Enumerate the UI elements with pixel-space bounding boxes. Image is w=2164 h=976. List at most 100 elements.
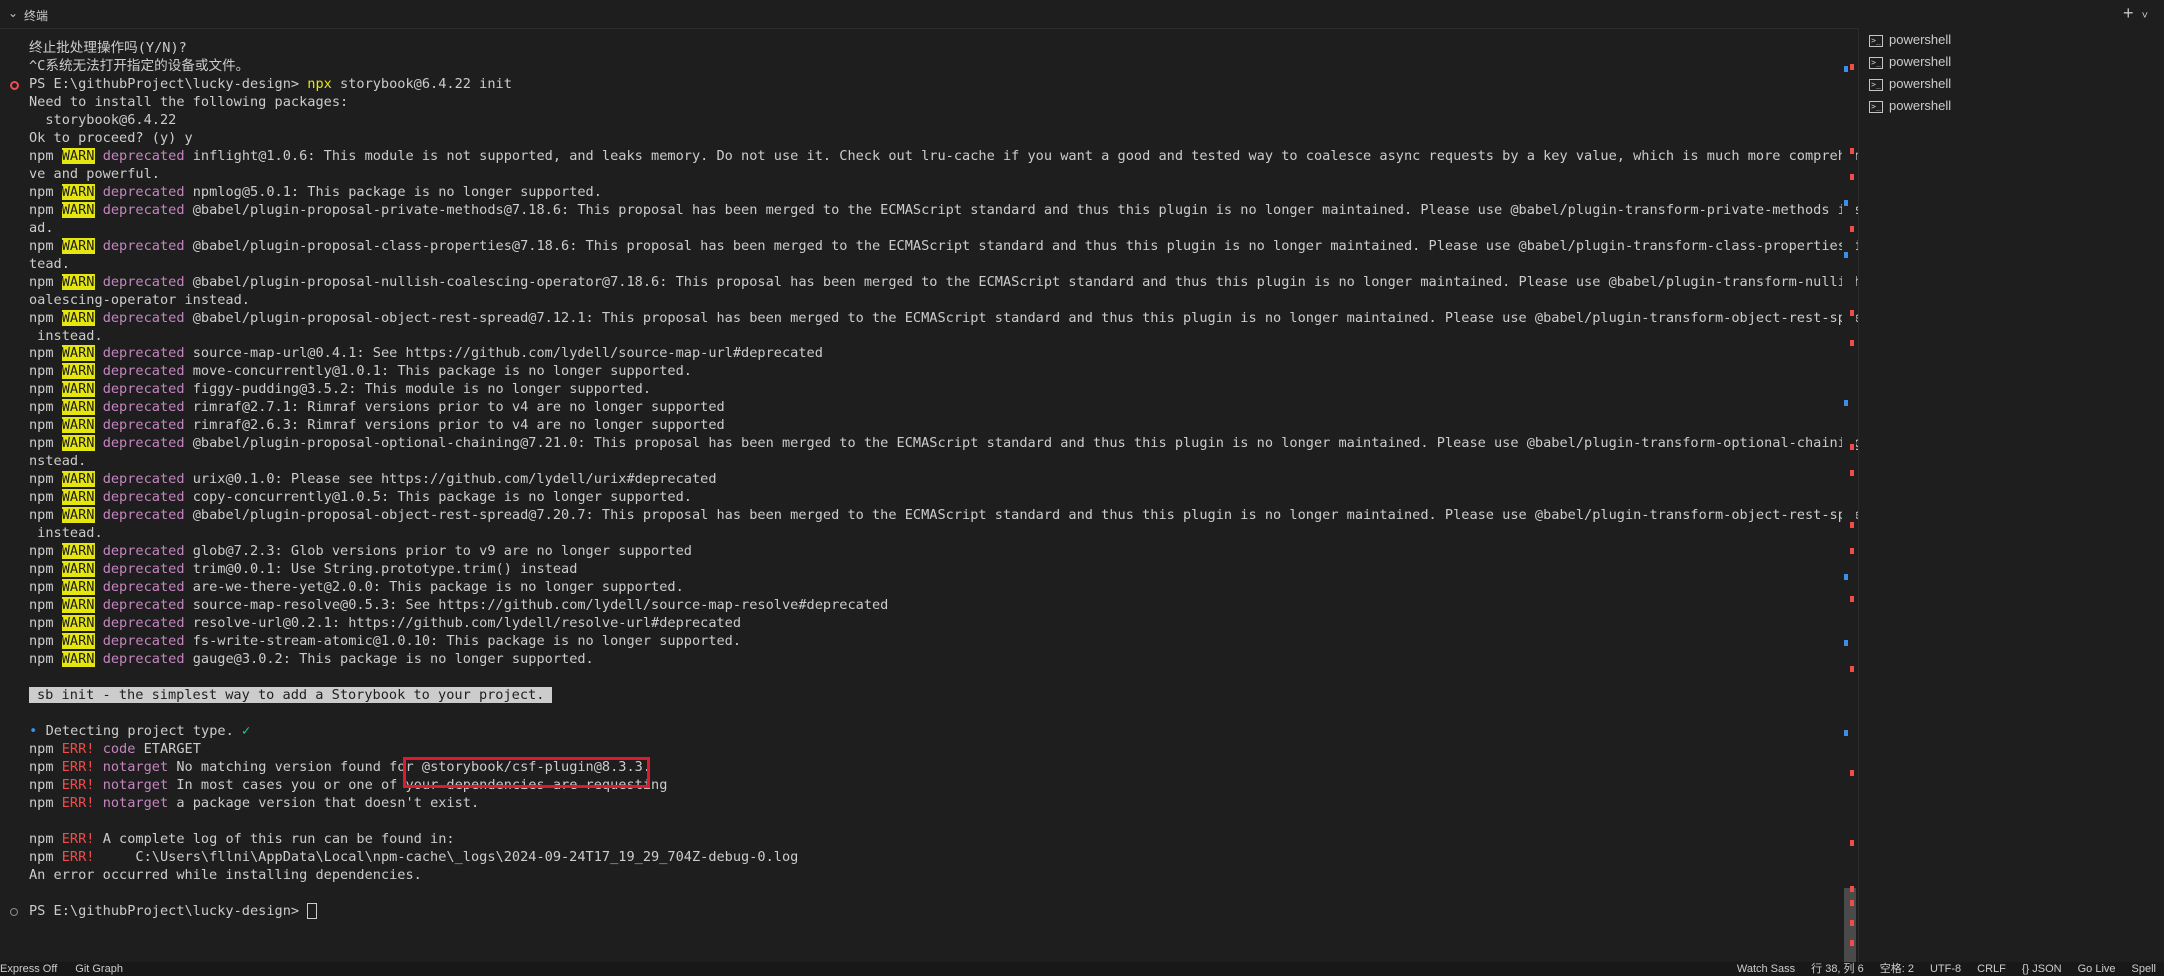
terminal-tab-item[interactable]: >_ powershell (1869, 54, 1951, 74)
deprecated-label: deprecated (102, 345, 185, 362)
scrollbar-marker (1850, 666, 1854, 672)
status-item-left[interactable]: Express Off (0, 963, 57, 975)
status-item-right[interactable]: Watch Sass (1737, 963, 1795, 975)
panel-actions: + ˅ (2115, 3, 2148, 24)
check-icon: ✓ (241, 722, 251, 739)
warn-message: trim@0.0.1: Use String.prototype.trim() … (192, 561, 578, 578)
npm-label: npm (29, 489, 54, 506)
deprecated-label: deprecated (102, 183, 185, 200)
err-badge: ERR! (61, 848, 95, 865)
deprecated-label: deprecated (102, 363, 185, 380)
err-message: C:\Users\fllni\AppData\Local\npm-cache\_… (102, 848, 799, 865)
deprecated-label: deprecated (102, 471, 185, 488)
terminal-line: npm WARN deprecated fs-write-stream-atom… (0, 632, 1840, 651)
status-item-right[interactable]: UTF-8 (1930, 963, 1961, 975)
prompt-text: PS E:\githubProject\lucky-design> (29, 902, 308, 919)
deprecated-label: deprecated (102, 309, 185, 326)
status-item-right[interactable]: {} JSON (2022, 963, 2062, 975)
status-item-right[interactable]: CRLF (1977, 963, 2006, 975)
terminal-line: npm WARN deprecated gauge@3.0.2: This pa… (0, 650, 1840, 669)
warn-badge: WARN (61, 632, 95, 649)
terminal-line: npm ERR! notarget a package version that… (0, 795, 1840, 813)
npm-label: npm (29, 848, 54, 865)
err-code: notarget (102, 794, 169, 811)
npm-label: npm (29, 830, 54, 847)
terminal-cursor[interactable] (307, 902, 318, 919)
status-item-right[interactable]: Spell (2132, 963, 2156, 975)
terminal-line: npm WARN deprecated resolve-url@0.2.1: h… (0, 615, 1840, 633)
line-text: tead. (29, 255, 70, 272)
scrollbar-marker (1850, 310, 1854, 316)
terminal-tab-item[interactable]: >_ powershell (1869, 32, 1951, 52)
terminal-line: npm WARN deprecated are-we-there-yet@2.0… (0, 579, 1840, 597)
terminal-line: instead. (0, 328, 1840, 346)
deprecated-label: deprecated (102, 632, 185, 649)
status-bar: Express Off Git Graph Watch Sass 行 38, 列 6… (0, 962, 2164, 976)
terminal-line: npm WARN deprecated @babel/plugin-propos… (0, 273, 1879, 292)
terminal-line: npm WARN deprecated glob@7.2.3: Glob ver… (0, 543, 1840, 561)
warn-badge: WARN (61, 201, 95, 218)
err-code: notarget (102, 776, 169, 793)
terminal-tab-item[interactable]: >_ powershell (1869, 98, 1951, 118)
terminal-output[interactable]: 终止批处理操作吗(Y/N)? ^C系统无法打开指定的设备或文件。 PS E:\git… (0, 40, 1879, 940)
terminal-line: npm WARN deprecated move-concurrently@1.… (0, 363, 1840, 381)
status-item-left[interactable]: Git Graph (75, 963, 123, 975)
line-text: Ok to proceed? (y) y (29, 129, 193, 146)
scrollbar-marker (1850, 226, 1854, 232)
terminal-line: npm WARN deprecated @babel/plugin-propos… (0, 435, 1879, 453)
command-status-icon[interactable] (10, 80, 19, 90)
deprecated-label: deprecated (102, 650, 185, 667)
npm-label: npm (29, 309, 54, 326)
warn-message: fs-write-stream-atomic@1.0.10: This pack… (192, 632, 742, 649)
npm-label: npm (29, 399, 54, 416)
terminal-tab-label: powershell (1889, 76, 1952, 91)
line-text: nstead. (29, 453, 87, 470)
terminal-line: PS E:\githubProject\lucky-design> npx st… (0, 76, 1840, 94)
plus-icon[interactable]: + (2123, 3, 2134, 23)
npm-label: npm (29, 147, 54, 164)
scrollbar-marker (1844, 730, 1848, 736)
deprecated-label: deprecated (102, 597, 185, 614)
err-badge: ERR! (61, 740, 95, 757)
warn-message: glob@7.2.3: Glob versions prior to v9 ar… (192, 543, 692, 560)
warn-message: @babel/plugin-proposal-object-rest-sprea… (192, 507, 1879, 524)
npm-label: npm (29, 507, 54, 524)
err-message: ETARGET (135, 740, 201, 757)
npm-label: npm (29, 417, 54, 434)
deprecated-label: deprecated (102, 543, 185, 560)
status-item-right[interactable]: Go Live (2078, 963, 2116, 975)
terminal-line: ^C系统无法打开指定的设备或文件。 (0, 58, 1840, 76)
terminal-tab-item[interactable]: >_ powershell (1869, 76, 1951, 96)
npm-label: npm (29, 740, 54, 757)
deprecated-label: deprecated (102, 579, 185, 596)
warn-message: urix@0.1.0: Please see https://github.co… (192, 471, 717, 488)
warn-badge: WARN (61, 345, 95, 362)
deprecated-label: deprecated (102, 273, 185, 290)
line-text: An error occurred while installing depen… (29, 866, 422, 883)
npm-label: npm (29, 363, 54, 380)
terminal-line: Need to install the following packages: (0, 94, 1840, 112)
detect-text: Detecting project type. (45, 722, 242, 739)
npm-label: npm (29, 345, 54, 362)
warn-badge: WARN (61, 489, 95, 506)
terminal-line: npm WARN deprecated rimraf@2.7.1: Rimraf… (0, 399, 1840, 417)
warn-message: rimraf@2.6.3: Rimraf versions prior to v… (192, 417, 725, 434)
warn-badge: WARN (61, 597, 95, 614)
terminal-scrollbar[interactable] (1842, 40, 1856, 976)
status-item-right[interactable]: 空格: 2 (1880, 963, 1914, 975)
deprecated-label: deprecated (102, 489, 185, 506)
deprecated-label: deprecated (102, 399, 185, 416)
scrollbar-marker (1844, 640, 1848, 646)
command-status-icon[interactable] (10, 907, 18, 916)
err-code: notarget (102, 758, 169, 775)
status-item-right[interactable]: 行 38, 列 6 (1811, 963, 1864, 975)
terminal-line: 终止批处理操作吗(Y/N)? (0, 40, 1840, 58)
terminal-line: sb init - the simplest way to add a Stor… (0, 686, 1840, 705)
terminal-icon: >_ (1869, 100, 1883, 113)
chevron-down-icon[interactable]: ⌄ (8, 6, 18, 20)
chevron-down-icon[interactable]: ˅ (2142, 10, 2148, 22)
line-text: Need to install the following packages: (29, 93, 349, 110)
warn-message: @babel/plugin-proposal-nullish-coalescin… (192, 273, 1879, 290)
sb-init-banner: sb init - the simplest way to add a Stor… (29, 686, 553, 703)
line-text: instead. (29, 327, 103, 344)
